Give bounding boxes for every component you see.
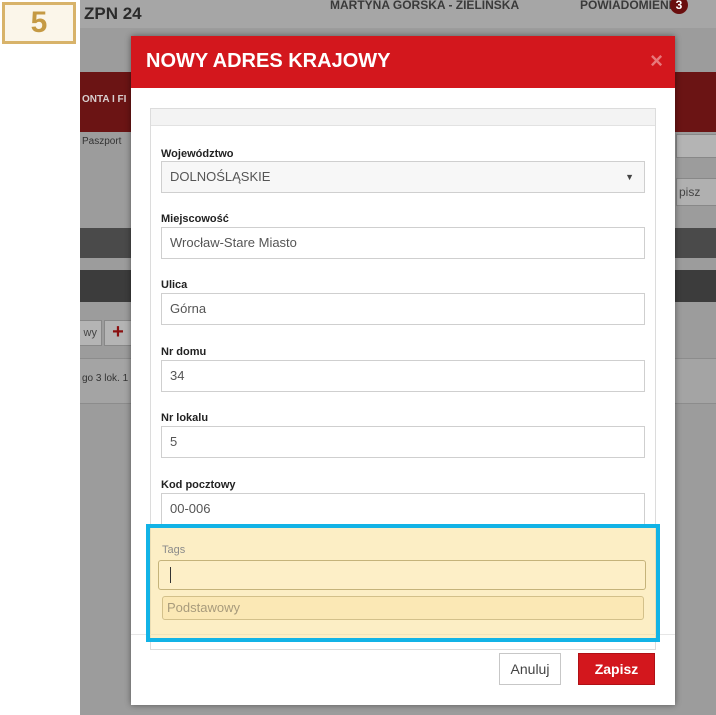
ulica-label: Ulica <box>161 279 188 291</box>
ulica-value: Górna <box>170 301 207 316</box>
miejscowosc-value: Wrocław-Stare Miasto <box>170 235 297 250</box>
app-topbar: ZPN 24 MARTYNA GÓRSKA - ZIELIŃSKA POWIAD… <box>80 0 716 28</box>
user-name: MARTYNA GÓRSKA - ZIELIŃSKA <box>330 0 520 12</box>
background-input <box>676 134 716 158</box>
background-button: wy <box>80 320 102 346</box>
nr-domu-value: 34 <box>170 368 185 383</box>
list-item-text: go 3 lok. 1 <box>82 373 129 384</box>
text-caret <box>170 567 171 583</box>
nr-lokalu-input[interactable]: 5 <box>161 426 645 458</box>
tag-suggestion-podstawowy[interactable]: Podstawowy <box>162 596 644 620</box>
nav-item-label: ONTA I FI <box>82 94 127 105</box>
nr-domu-input[interactable]: 34 <box>161 360 645 392</box>
wojewodztwo-select[interactable]: DOLNOŚLĄSKIE ▼ <box>161 161 645 193</box>
background-save-button: pisz <box>676 178 716 206</box>
app-logo: ZPN 24 <box>84 4 142 23</box>
kod-pocztowy-label: Kod pocztowy <box>161 479 236 491</box>
tags-label: Tags <box>162 544 186 556</box>
panel-heading <box>151 109 655 126</box>
tags-input[interactable] <box>158 560 646 590</box>
notifications-count-badge: 3 <box>670 0 688 14</box>
nr-lokalu-label: Nr lokalu <box>161 412 209 424</box>
chevron-down-icon: ▼ <box>625 172 634 182</box>
wojewodztwo-value: DOLNOŚLĄSKIE <box>170 169 271 184</box>
cancel-button[interactable]: Anuluj <box>499 653 561 685</box>
wojewodztwo-label: Województwo <box>161 148 234 160</box>
save-button[interactable]: Zapisz <box>578 653 655 685</box>
paszport-label: Paszport <box>82 136 122 147</box>
tags-highlight-box: Tags Podstawowy <box>146 524 660 642</box>
nr-domu-label: Nr domu <box>161 346 207 358</box>
nr-lokalu-value: 5 <box>170 434 178 449</box>
add-icon: + <box>104 320 132 346</box>
kod-pocztowy-value: 00-006 <box>170 501 211 516</box>
kod-pocztowy-input[interactable]: 00-006 <box>161 493 645 525</box>
modal-header: NOWY ADRES KRAJOWY × <box>131 36 675 88</box>
modal-title: NOWY ADRES KRAJOWY <box>146 50 391 72</box>
step-number-badge: 5 <box>2 2 76 44</box>
notifications-link: POWIADOMIENIA <box>580 0 681 12</box>
miejscowosc-input[interactable]: Wrocław-Stare Miasto <box>161 227 645 259</box>
ulica-input[interactable]: Górna <box>161 293 645 325</box>
close-icon[interactable]: × <box>650 48 663 74</box>
miejscowosc-label: Miejscowość <box>161 213 229 225</box>
